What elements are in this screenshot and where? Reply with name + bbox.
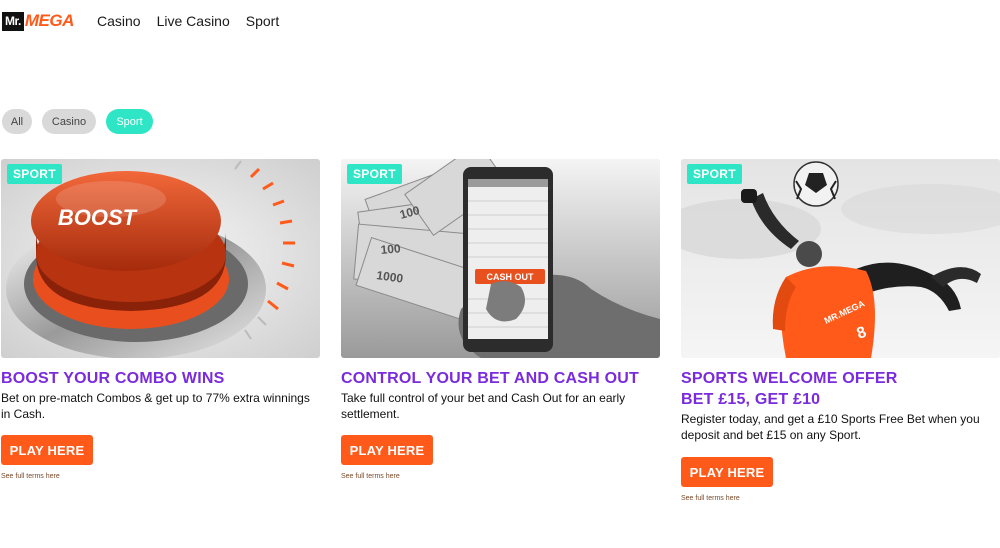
site-header: Mr. MEGA Casino Live Casino Sport xyxy=(0,0,1000,44)
terms-link[interactable]: See full terms here xyxy=(681,495,1000,502)
play-here-button[interactable]: PLAY HERE xyxy=(341,435,433,465)
promo-card-cashout: 100 100 1000 CASH OUT SPORT CONTROL YOUR… xyxy=(341,159,660,480)
sport-badge: SPORT xyxy=(687,164,742,184)
promo-title: SPORTS WELCOME OFFER xyxy=(681,370,898,387)
nav-sport[interactable]: Sport xyxy=(246,13,279,29)
terms-link[interactable]: See full terms here xyxy=(341,473,660,480)
promo-image-cashout[interactable]: 100 100 1000 CASH OUT SPORT xyxy=(341,159,660,358)
promo-title: CONTROL YOUR BET AND CASH OUT xyxy=(341,370,639,387)
cashout-phone-illustration: 100 100 1000 CASH OUT xyxy=(341,159,660,358)
promo-image-welcome[interactable]: MR.MEGA 8 SPORT xyxy=(681,159,1000,358)
promo-title: BOOST YOUR COMBO WINS xyxy=(1,370,225,387)
promo-description: Register today, and get a £10 Sports Fre… xyxy=(681,412,980,442)
filter-all[interactable]: All xyxy=(2,109,32,134)
svg-text:100: 100 xyxy=(380,241,401,257)
play-here-button[interactable]: PLAY HERE xyxy=(1,435,93,465)
promo-description: Bet on pre-match Combos & get up to 77% … xyxy=(1,391,310,421)
nav-live-casino[interactable]: Live Casino xyxy=(157,13,230,29)
boost-image-text: BOOST xyxy=(58,205,138,230)
cashout-image-text: CASH OUT xyxy=(487,272,535,282)
logo-mr: Mr. xyxy=(2,11,24,31)
terms-link[interactable]: See full terms here xyxy=(1,473,320,480)
boost-button-illustration: BOOST xyxy=(1,159,320,358)
promo-filters: All Casino Sport xyxy=(2,109,153,134)
filter-sport[interactable]: Sport xyxy=(106,109,153,134)
promo-card-boost: BOOST SPORT BOOST YOUR COMBO WINS Bet on… xyxy=(1,159,320,480)
mrmega-logo[interactable]: Mr. MEGA xyxy=(2,11,74,31)
sport-badge: SPORT xyxy=(347,164,402,184)
promo-description: Take full control of your bet and Cash O… xyxy=(341,391,626,421)
main-nav: Casino Live Casino Sport xyxy=(97,13,295,29)
promo-card-welcome: MR.MEGA 8 SPORT SPORTS WELCOME OFFER BET… xyxy=(681,159,1000,502)
nav-casino[interactable]: Casino xyxy=(97,13,141,29)
promo-subtitle: BET £15, GET £10 xyxy=(681,391,821,408)
footballer-illustration: MR.MEGA 8 xyxy=(681,159,1000,358)
play-here-button[interactable]: PLAY HERE xyxy=(681,457,773,487)
logo-mega: MEGA xyxy=(24,11,75,30)
sport-badge: SPORT xyxy=(7,164,62,184)
promo-image-boost[interactable]: BOOST SPORT xyxy=(1,159,320,358)
filter-casino[interactable]: Casino xyxy=(42,109,96,134)
